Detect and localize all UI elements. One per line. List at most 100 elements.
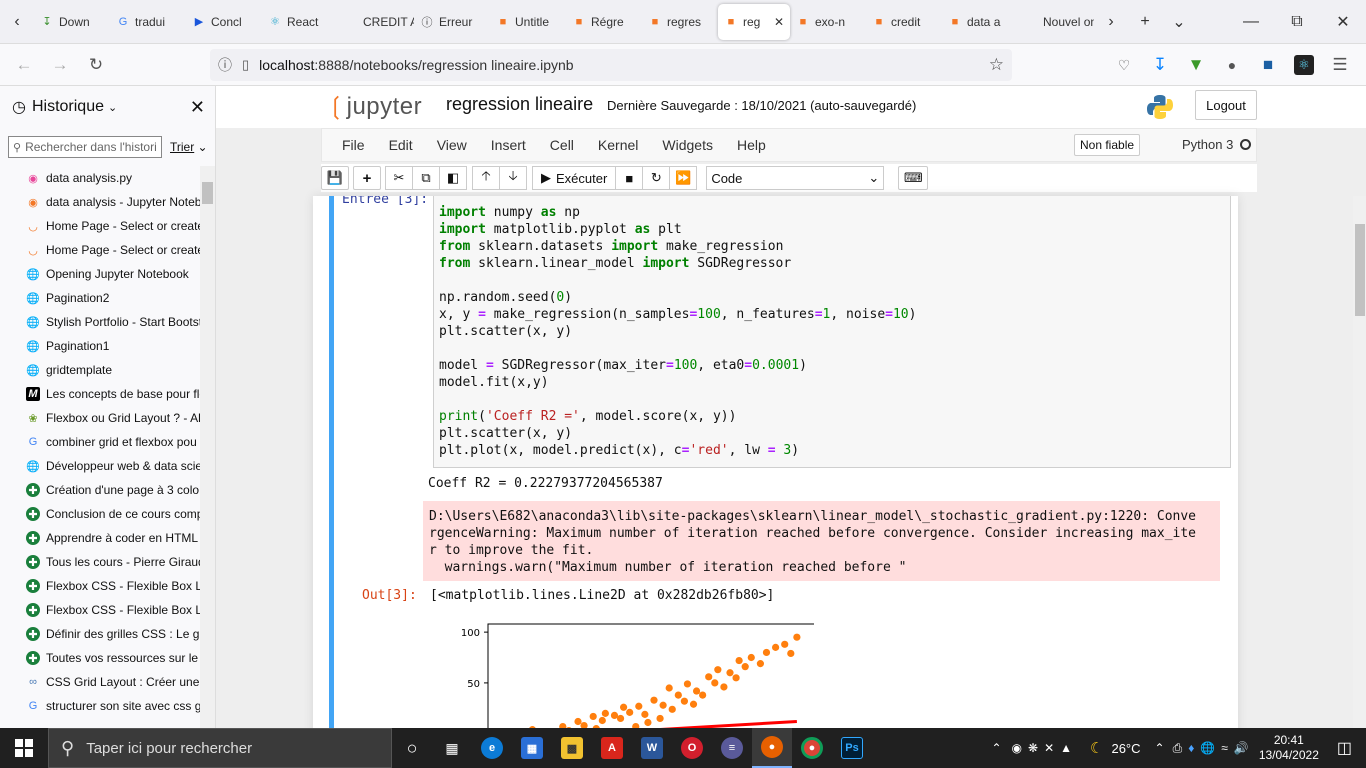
forward-button[interactable]: → <box>42 49 78 81</box>
vpn-icon[interactable]: ≡ <box>712 728 752 768</box>
history-item[interactable]: ◉ data analysis.py <box>0 166 200 190</box>
browser-tab[interactable]: CREDIT AP <box>338 4 414 40</box>
notebook-scrollbar-thumb[interactable] <box>1355 224 1365 316</box>
weather-moon-icon[interactable]: ☾ <box>1090 739 1103 757</box>
history-item[interactable]: M Les concepts de base pour fle <box>0 382 200 406</box>
history-item[interactable]: 🌐 Opening Jupyter Notebook <box>0 262 200 286</box>
kernel-indicator[interactable]: Python 3 <box>1182 137 1252 152</box>
history-item[interactable]: ✚ Création d'une page à 3 colo <box>0 478 200 502</box>
history-item[interactable]: ✚ Définir des grilles CSS : Le gui <box>0 622 200 646</box>
browser-tab[interactable]: ■ reg ✕ <box>718 3 790 40</box>
history-item[interactable]: ✚ Flexbox CSS - Flexible Box La <box>0 574 200 598</box>
volume-icon[interactable]: 🔊 <box>1234 741 1249 755</box>
weather-temperature[interactable]: 26°C <box>1111 741 1140 756</box>
bookmark-star-icon[interactable]: ☆ <box>989 55 1004 75</box>
browser-tab[interactable]: ⓘ Erreur <box>414 4 490 40</box>
menu-edit[interactable]: Edit <box>377 137 425 153</box>
browser-tab[interactable]: ⚛ React <box>262 4 338 40</box>
browser-tab[interactable]: Nouvel on <box>1018 4 1094 40</box>
wifi-icon[interactable]: ≈ <box>1221 741 1228 755</box>
logout-button[interactable]: Logout <box>1195 90 1257 120</box>
run-button[interactable]: ▶ Exécuter <box>532 166 617 190</box>
save-icon[interactable]: 💾 <box>321 166 349 190</box>
history-item[interactable]: ✚ Conclusion de ce cours comp <box>0 502 200 526</box>
history-item[interactable]: Gcombiner grid et flexbox pou <box>0 430 200 454</box>
new-tab-button[interactable]: + <box>1128 4 1162 40</box>
tab-scroll-left-button[interactable]: ‹ <box>0 4 34 40</box>
history-item[interactable]: ✚ Toutes vos ressources sur le d <box>0 646 200 670</box>
move-down-icon[interactable]: 🡣 <box>499 166 527 190</box>
notebook-title[interactable]: regression lineaire <box>446 94 593 115</box>
history-item[interactable]: 🌐 Stylish Portfolio - Start Bootst <box>0 310 200 334</box>
bluetooth-icon[interactable]: ♦ <box>1188 741 1194 755</box>
history-item[interactable]: ◡ Home Page - Select or create <box>0 214 200 238</box>
history-item[interactable]: ✚ Flexbox CSS - Flexible Box La <box>0 598 200 622</box>
reload-button[interactable]: ↻ <box>78 49 114 81</box>
browser-tab[interactable]: ■ credit <box>866 4 942 40</box>
keyboard-icon[interactable]: ⌨ <box>898 166 929 190</box>
history-item[interactable]: ◡ Home Page - Select or create <box>0 238 200 262</box>
history-item[interactable]: ❀ Flexbox ou Grid Layout ? - Al <box>0 406 200 430</box>
firefox-icon[interactable]: ● <box>752 728 792 768</box>
page-info-icon[interactable]: ⓘ <box>218 55 232 75</box>
history-item[interactable]: ✚ Tous les cours - Pierre Giraud <box>0 550 200 574</box>
file-explorer-icon[interactable]: ▩ <box>552 728 592 768</box>
code-editor[interactable]: import numpy as np import matplotlib.pypl… <box>433 196 1231 468</box>
extension-green-icon[interactable]: ▼ <box>1178 49 1214 81</box>
network-icon[interactable]: ⎙ <box>1173 741 1183 756</box>
opera-icon[interactable]: O <box>672 728 712 768</box>
insert-cell-icon[interactable]: + <box>353 166 381 190</box>
notifications-icon[interactable]: ◫ <box>1337 738 1352 758</box>
browser-tab[interactable]: ■ regres <box>642 4 718 40</box>
copy-icon[interactable]: ⧉ <box>412 166 440 190</box>
history-item[interactable]: 🌐 Pagination2 <box>0 286 200 310</box>
browser-tab[interactable]: Gtradui <box>110 4 186 40</box>
browser-tab[interactable]: ■ exo-n <box>790 4 866 40</box>
menu-widgets[interactable]: Widgets <box>650 137 725 153</box>
browser-tab[interactable]: ▶ Concl <box>186 4 262 40</box>
sidebar-scrollbar[interactable] <box>200 166 215 728</box>
history-item[interactable]: Gstructurer son site avec css gr <box>0 694 200 718</box>
notebook-scrollbar[interactable] <box>1353 196 1366 728</box>
menu-insert[interactable]: Insert <box>479 137 538 153</box>
windows-start-icon[interactable] <box>0 728 48 768</box>
acrobat-icon[interactable]: A <box>592 728 632 768</box>
tray-app-icons[interactable]: ◉❋✕▲ <box>1012 741 1078 755</box>
menu-file[interactable]: File <box>330 137 377 153</box>
cell-type-select[interactable]: Code ⌄ <box>706 166 885 190</box>
photoshop-icon[interactable]: Ps <box>832 728 872 768</box>
restart-icon[interactable]: ↻ <box>642 166 671 190</box>
url-bar[interactable]: ⓘ ▯ localhost:8888/notebooks/regression … <box>210 49 1012 81</box>
menu-view[interactable]: View <box>425 137 479 153</box>
tray-chevron-icon[interactable]: ⌃ <box>1155 741 1165 755</box>
browser-tab[interactable]: ■ Untitle <box>490 4 566 40</box>
edge-icon[interactable]: e <box>472 728 512 768</box>
jupyter-logo[interactable]: ❲jupyter <box>326 92 422 121</box>
browser-tab[interactable]: ■ Régre <box>566 4 642 40</box>
paste-icon[interactable]: ◧ <box>439 166 467 190</box>
react-devtools-icon[interactable]: ⚛ <box>1294 55 1314 75</box>
task-view-icon[interactable]: ▦ <box>432 728 472 768</box>
taskbar-search-input[interactable]: ⚲ Taper ici pour rechercher <box>48 728 392 768</box>
history-search-input[interactable]: ⚲ Rechercher dans l'histori <box>8 136 162 158</box>
sidebar-title[interactable]: Historique <box>32 98 104 116</box>
move-up-icon[interactable]: 🡡 <box>472 166 500 190</box>
stop-icon[interactable]: ■ <box>615 166 644 190</box>
pocket-icon[interactable]: ♡ <box>1106 49 1142 81</box>
close-window-button[interactable]: ✕ <box>1320 4 1366 40</box>
sidebar-close-icon[interactable]: ✕ <box>190 97 205 118</box>
app-menu-icon[interactable]: ☰ <box>1322 49 1358 81</box>
sidebar-scrollbar-thumb[interactable] <box>202 182 213 204</box>
restore-window-button[interactable]: ⧉ <box>1274 4 1320 40</box>
history-item[interactable]: 🌐 Développeur web & data scie <box>0 454 200 478</box>
menu-cell[interactable]: Cell <box>538 137 586 153</box>
history-item[interactable]: 🌐 gridtemplate <box>0 358 200 382</box>
browser-tab[interactable]: ↧ Down <box>34 4 110 40</box>
close-tab-icon[interactable]: ✕ <box>774 15 784 29</box>
extension-grey-icon[interactable]: ● <box>1214 49 1250 81</box>
menu-kernel[interactable]: Kernel <box>586 137 650 153</box>
history-item[interactable]: ∞ CSS Grid Layout : Créer une <box>0 670 200 694</box>
menu-help[interactable]: Help <box>725 137 778 153</box>
sort-button[interactable]: Trier ⌄ <box>170 140 208 154</box>
tab-scroll-right-button[interactable]: › <box>1094 4 1128 40</box>
